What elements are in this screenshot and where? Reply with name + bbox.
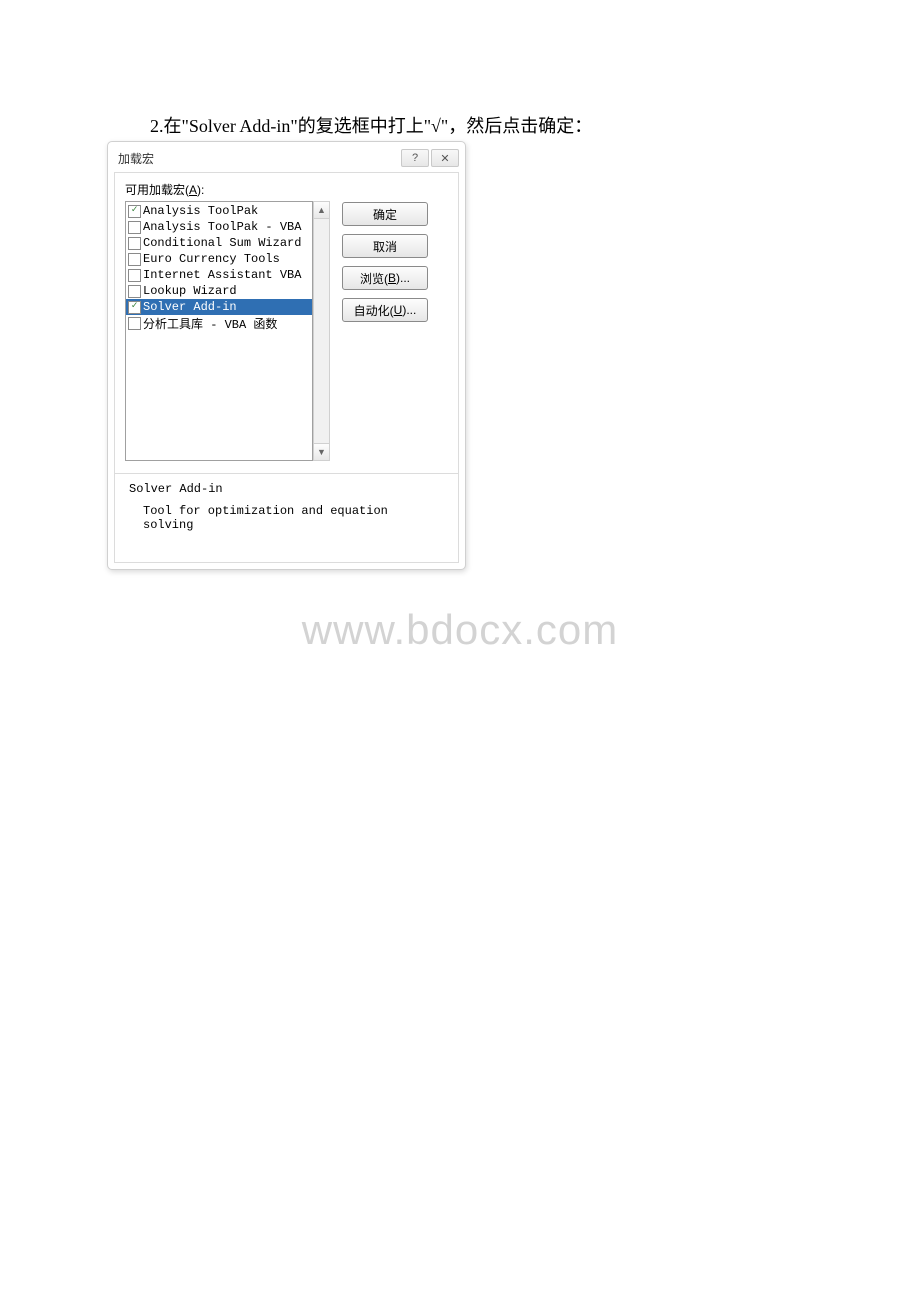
close-icon: ✕ [440,152,449,165]
watermark-text: www.bdocx.com [0,606,920,654]
dialog-titlebar[interactable]: 加载宏 ? ✕ [110,144,463,172]
list-item[interactable]: Conditional Sum Wizard [126,235,312,251]
addin-label: Conditional Sum Wizard [143,236,301,250]
dialog-frame: 加载宏 ? ✕ 可用加载宏(A): ✓ Analysis ToolPak Analy… [107,141,466,570]
addins-listbox[interactable]: ✓ Analysis ToolPak Analysis ToolPak - VBA C… [125,201,313,461]
addin-label: Euro Currency Tools [143,252,280,266]
instruction-text: 2.在"Solver Add-in"的复选框中打上"√"，然后点击确定： [150,112,592,138]
browse-button[interactable]: 浏览(B)... [342,266,428,290]
addin-checkbox[interactable]: ✓ [128,205,141,218]
scroll-down-button[interactable]: ▼ [314,443,329,460]
chevron-down-icon: ▼ [317,447,326,457]
description-body: Tool for optimization and equation solvi… [129,504,444,532]
check-icon: ✓ [131,302,137,312]
automate-button[interactable]: 自动化(U)... [342,298,428,322]
addin-checkbox[interactable] [128,237,141,250]
addin-label: Analysis ToolPak [143,204,258,218]
addin-label: Lookup Wizard [143,284,237,298]
dialog-title: 加载宏 [118,150,399,167]
description-panel: Solver Add-in Tool for optimization and … [115,473,458,562]
scroll-up-button[interactable]: ▲ [314,202,329,219]
chevron-up-icon: ▲ [317,205,326,215]
addin-checkbox[interactable] [128,269,141,282]
list-item[interactable]: ✓ Solver Add-in [126,299,312,315]
addin-label: 分析工具库 - VBA 函数 [143,315,277,332]
list-item[interactable]: Lookup Wizard [126,283,312,299]
available-addins-label: 可用加载宏(A): [125,181,448,198]
addins-dialog: 加载宏 ? ✕ 可用加载宏(A): ✓ Analysis ToolPak Analy… [107,141,466,570]
addin-label: Solver Add-in [143,300,237,314]
addin-checkbox[interactable] [128,285,141,298]
addin-checkbox[interactable] [128,317,141,330]
help-button[interactable]: ? [401,149,429,167]
listbox-scrollbar[interactable]: ▲ ▼ [313,201,330,461]
check-icon: ✓ [131,206,137,216]
cancel-button[interactable]: 取消 [342,234,428,258]
addin-checkbox[interactable]: ✓ [128,301,141,314]
addin-label: Analysis ToolPak - VBA [143,220,301,234]
close-button[interactable]: ✕ [431,149,459,167]
addin-label: Internet Assistant VBA [143,268,301,282]
list-item[interactable]: 分析工具库 - VBA 函数 [126,315,312,331]
list-item[interactable]: Euro Currency Tools [126,251,312,267]
addin-checkbox[interactable] [128,221,141,234]
list-item[interactable]: Analysis ToolPak - VBA [126,219,312,235]
ok-button[interactable]: 确定 [342,202,428,226]
description-title: Solver Add-in [129,482,444,496]
help-icon: ? [412,152,418,164]
dialog-body: 可用加载宏(A): ✓ Analysis ToolPak Analysis Tool… [114,172,459,563]
addin-checkbox[interactable] [128,253,141,266]
list-item[interactable]: ✓ Analysis ToolPak [126,203,312,219]
list-item[interactable]: Internet Assistant VBA [126,267,312,283]
